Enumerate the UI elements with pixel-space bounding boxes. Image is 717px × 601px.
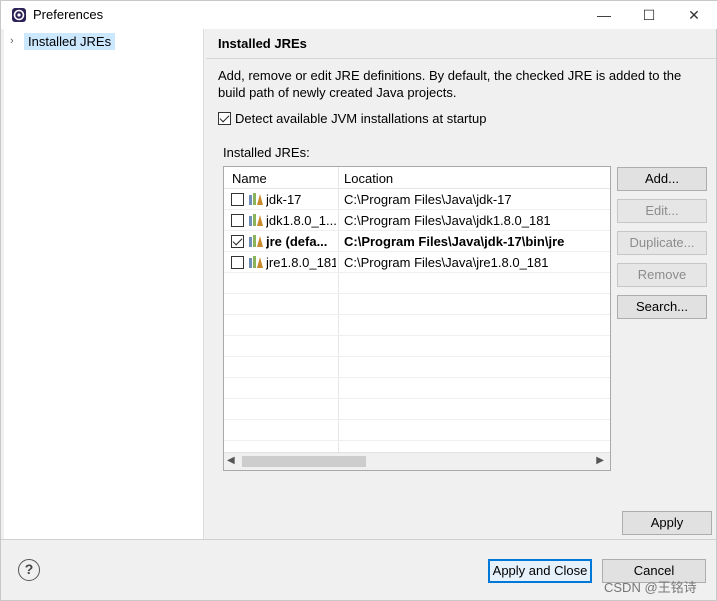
empty-row (224, 378, 610, 399)
jre-library-icon (249, 256, 263, 268)
empty-row (224, 399, 610, 420)
jre-location: C:\Program Files\Java\jdk-17 (344, 192, 512, 207)
title-bar: Preferences — ☐ ✕ (1, 1, 717, 29)
empty-row (224, 315, 610, 336)
table-row-default[interactable]: jre (defa... C:\Program Files\Java\jdk-1… (224, 231, 610, 252)
empty-row (224, 294, 610, 315)
maximize-button[interactable]: ☐ (634, 5, 664, 25)
detect-jvm-label[interactable]: Detect available JVM installations at st… (235, 111, 486, 126)
jre-name: jdk-17 (266, 192, 302, 207)
jre-checkbox[interactable] (231, 214, 244, 227)
empty-row (224, 273, 610, 294)
jre-location: C:\Program Files\Java\jdk-17\bin\jre (344, 234, 565, 249)
bottom-separator (1, 539, 717, 540)
tree-item-label: Installed JREs (24, 32, 116, 50)
jre-name: jre1.8.0_181 (266, 255, 336, 270)
page-description: Add, remove or edit JRE definitions. By … (218, 68, 682, 100)
table-row[interactable]: jre1.8.0_181 C:\Program Files\Java\jre1.… (224, 252, 610, 273)
jre-table[interactable]: Name Location jdk-17 C:\Program Files\Ja… (223, 166, 611, 471)
page-body: Add, remove or edit JRE definitions. By … (206, 59, 716, 539)
search-button[interactable]: Search... (617, 295, 707, 319)
jre-library-icon (249, 193, 263, 205)
eclipse-app-icon (12, 8, 26, 22)
empty-row (224, 336, 610, 357)
jre-checkbox[interactable] (231, 256, 244, 269)
table-row[interactable]: jdk-17 C:\Program Files\Java\jdk-17 (224, 189, 610, 210)
page-title: Installed JREs (218, 36, 307, 51)
scroll-left-arrow-icon[interactable]: ◀ (227, 455, 235, 466)
window-title: Preferences (33, 7, 104, 22)
apply-button[interactable]: Apply (622, 511, 712, 535)
empty-row (224, 420, 610, 441)
jre-library-icon (249, 235, 263, 247)
preferences-window: Preferences — ☐ ✕ › Installed JREs Insta… (0, 0, 717, 601)
jre-location: C:\Program Files\Java\jdk1.8.0_181 (344, 213, 551, 228)
add-button[interactable]: Add... (617, 167, 707, 191)
jre-library-icon (249, 214, 263, 226)
edit-button[interactable]: Edit... (617, 199, 707, 223)
jre-checkbox[interactable] (231, 193, 244, 206)
empty-row (224, 357, 610, 378)
jre-name: jre (defa... (266, 234, 328, 249)
scroll-right-arrow-icon[interactable]: ▶ (596, 455, 604, 466)
apply-and-close-button[interactable]: Apply and Close (488, 559, 592, 583)
remove-button[interactable]: Remove (617, 263, 707, 287)
table-header: Name Location (224, 167, 610, 189)
help-icon[interactable]: ? (18, 559, 40, 581)
column-header-location[interactable]: Location (344, 171, 393, 186)
tree-item-installed-jres[interactable]: › Installed JREs (10, 31, 116, 51)
scrollbar-thumb[interactable] (242, 456, 366, 467)
jre-name: jdk1.8.0_1... (266, 213, 336, 228)
installed-jres-label: Installed JREs: (223, 145, 310, 160)
watermark: CSDN @王铭诗 (604, 580, 697, 595)
preferences-tree[interactable]: › Installed JREs (4, 29, 204, 539)
horizontal-scrollbar[interactable]: ◀ ▶ (224, 452, 610, 470)
jre-location: C:\Program Files\Java\jre1.8.0_181 (344, 255, 549, 270)
column-header-name[interactable]: Name (232, 171, 267, 186)
detect-jvm-checkbox[interactable] (218, 112, 231, 125)
table-row[interactable]: jdk1.8.0_1... C:\Program Files\Java\jdk1… (224, 210, 610, 231)
detect-jvm-option[interactable]: Detect available JVM installations at st… (218, 111, 486, 126)
chevron-right-icon[interactable]: › (10, 35, 22, 47)
close-button[interactable]: ✕ (679, 5, 709, 25)
page-header: Installed JREs (206, 29, 716, 59)
duplicate-button[interactable]: Duplicate... (617, 231, 707, 255)
minimize-button[interactable]: — (589, 5, 619, 25)
jre-checkbox[interactable] (231, 235, 244, 248)
